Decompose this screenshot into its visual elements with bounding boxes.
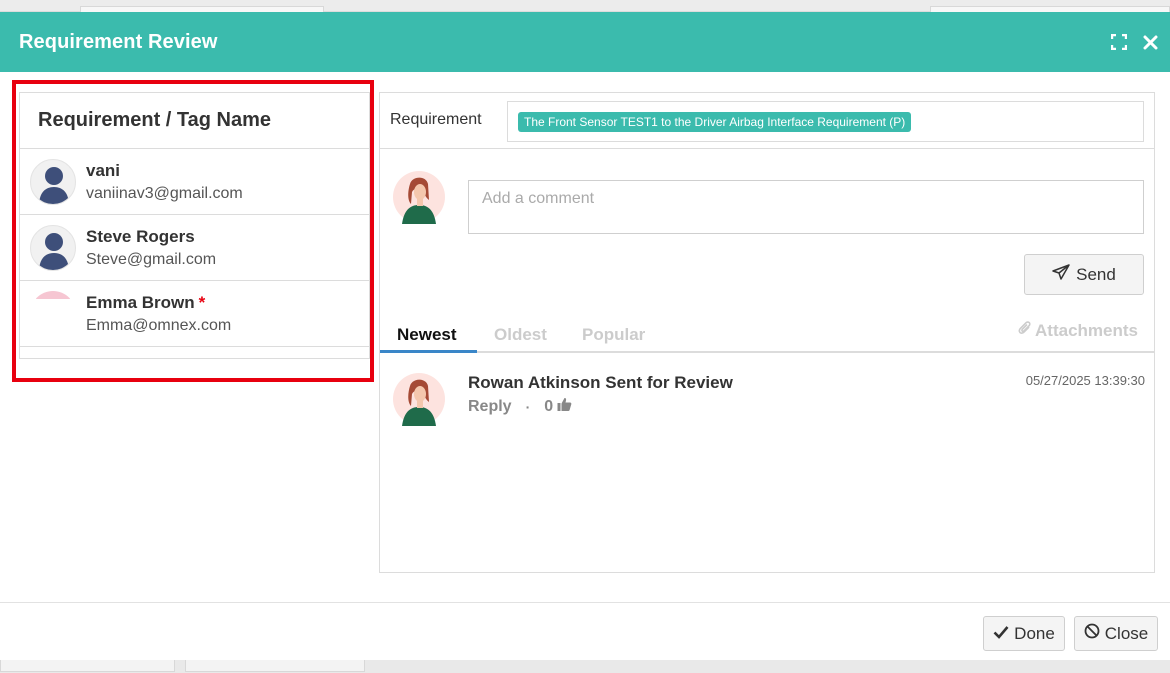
tab-popular[interactable]: Popular [582,325,645,345]
required-marker: * [198,293,206,312]
check-icon [993,624,1009,644]
reviewer-name: Emma Brown * [86,293,206,312]
reviewer-list-header: Requirement / Tag Name [20,93,369,149]
send-button-label: Send [1076,264,1116,284]
reviewer-item-emma-brown[interactable]: Emma Brown * Emma@omnex.com [20,281,369,347]
done-button[interactable]: Done [983,616,1065,651]
tab-newest[interactable]: Newest [397,325,457,345]
requirement-field: The Front Sensor TEST1 to the Driver Air… [507,101,1144,142]
avatar-silhouette-icon [30,225,76,271]
avatar-image [30,291,76,337]
reviewer-list-panel: Requirement / Tag Name vani vaniinav3@gm… [19,92,370,359]
requirement-row: Requirement The Front Sensor TEST1 to th… [380,93,1154,149]
background-footer-tab [0,660,175,672]
modal-title: Requirement Review [19,30,218,53]
modal-footer: Done Close [0,602,1170,660]
reviewer-item-steve-rogers[interactable]: Steve Rogers Steve@gmail.com [20,215,369,281]
review-details-panel: Requirement The Front Sensor TEST1 to th… [379,92,1155,573]
attachments-label: Attachments [1035,320,1138,340]
separator-dot: · [525,399,531,415]
send-plane-icon [1052,264,1070,285]
requirement-tag[interactable]: The Front Sensor TEST1 to the Driver Air… [518,112,912,132]
reply-link[interactable]: Reply [468,398,512,416]
comment-timestamp: 05/27/2025 13:39:30 [1025,373,1145,388]
reviewer-email: vaniinav3@gmail.com [86,185,243,202]
modal-header: Requirement Review [0,12,1170,72]
done-button-label: Done [1014,623,1055,643]
reviewer-name: vani [86,161,121,180]
requirement-review-modal: Requirement Review Requirement / Tag Nam… [0,12,1170,660]
reviewer-list-title: Requirement / Tag Name [38,109,272,131]
comment-title: Rowan Atkinson Sent for Review [468,373,733,392]
reviewer-item-vani[interactable]: vani vaniinav3@gmail.com [20,149,369,215]
comment-sort-tabs: Newest Oldest Popular Attachments [380,319,1154,353]
send-button[interactable]: Send [1024,254,1144,295]
background-footer-tab [185,660,365,672]
thumbs-up-icon [557,397,572,417]
comment-input[interactable] [468,180,1144,234]
tab-oldest[interactable]: Oldest [494,325,547,345]
ban-icon [1084,623,1100,644]
paperclip-icon [1018,320,1032,341]
current-user-avatar [392,170,446,224]
expand-icon[interactable] [1110,32,1128,52]
requirement-label: Requirement [390,111,482,128]
attachments-link[interactable]: Attachments [1018,320,1138,341]
reviewer-name: Steve Rogers [86,227,195,246]
comment-actions: Reply · 0 [468,397,572,417]
commenter-avatar [392,372,446,426]
like-button[interactable]: 0 [544,397,572,417]
like-count: 0 [544,398,554,415]
reviewer-email: Emma@omnex.com [86,317,232,334]
active-tab-indicator [380,350,477,353]
close-icon[interactable] [1141,32,1159,52]
close-button[interactable]: Close [1074,616,1158,651]
reviewer-email: Steve@gmail.com [86,251,217,268]
avatar-silhouette-icon [30,159,76,205]
close-button-label: Close [1104,623,1149,643]
